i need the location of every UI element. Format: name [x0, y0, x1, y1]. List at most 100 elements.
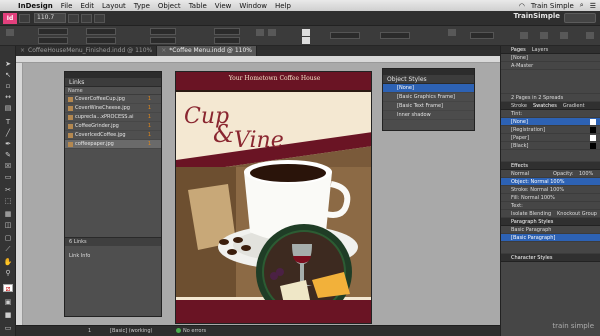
swatch-row[interactable]: [None] [501, 118, 600, 126]
object-style-item[interactable]: [None] [383, 84, 474, 93]
text-wrap-icon[interactable] [520, 32, 528, 39]
control-panel-menu-icon[interactable] [586, 32, 594, 39]
pages-none-row[interactable]: [None] [501, 54, 600, 62]
tint-control[interactable]: Tint: [501, 110, 600, 118]
links-panel-tab[interactable]: Links [65, 78, 161, 87]
gradient-tool-icon[interactable]: ▦ [3, 210, 13, 218]
page-number-field[interactable]: 1 [88, 326, 91, 336]
wifi-icon[interactable]: ◠ [519, 2, 525, 10]
vertical-ruler[interactable] [16, 63, 23, 325]
isolate-blending-checkbox[interactable]: Isolate Blending [511, 211, 551, 217]
paragraph-styles-tab[interactable]: Paragraph Styles [501, 218, 600, 226]
height-field[interactable] [86, 37, 116, 44]
tab-character-styles[interactable]: Character Styles [511, 254, 552, 261]
effects-fill-row[interactable]: Fill: Normal 100% [501, 194, 600, 202]
reference-point-icon[interactable] [6, 29, 14, 36]
width-field[interactable] [86, 28, 116, 35]
swatch-row[interactable]: [Paper] [501, 134, 600, 142]
gap-tool-icon[interactable]: ↔ [3, 93, 13, 101]
pen-tool-icon[interactable]: ✒ [3, 140, 13, 148]
object-style-item[interactable]: [Basic Graphics Frame] [383, 93, 474, 102]
scissors-tool-icon[interactable]: ✂ [3, 186, 13, 194]
free-transform-tool-icon[interactable]: ⬚ [3, 197, 13, 205]
paragraph-style-item[interactable]: [Basic Paragraph] [501, 234, 600, 242]
link-page[interactable]: 1 [148, 122, 151, 131]
bridge-button[interactable] [19, 13, 30, 23]
tab-stroke[interactable]: Stroke [511, 102, 527, 109]
link-info-toggle[interactable]: Link Info [65, 252, 161, 260]
selection-tool-icon[interactable]: ➤ [3, 60, 13, 68]
rectangle-frame-tool-icon[interactable]: ☒ [3, 162, 13, 170]
preflight-status[interactable]: No errors [176, 326, 206, 336]
tab-swatches[interactable]: Swatches [533, 102, 557, 109]
x-field[interactable] [38, 28, 68, 35]
opacity-field[interactable] [470, 32, 494, 39]
spotlight-icon[interactable]: ⌕ [580, 1, 584, 10]
page-tool-icon[interactable]: ▫ [3, 82, 13, 90]
hand-tool-icon[interactable]: ✋ [3, 258, 13, 266]
swatch-row[interactable]: [Registration] [501, 126, 600, 134]
page-footer-band[interactable] [176, 300, 371, 323]
menubar-user[interactable]: Train Simple [531, 2, 574, 10]
swatches-panel-tabs[interactable]: Stroke Swatches Gradient [501, 102, 600, 110]
view-options-button[interactable] [68, 13, 79, 23]
rotate-field[interactable] [214, 28, 240, 35]
zoom-field[interactable]: 110.7 [34, 13, 66, 23]
tab-paragraph-styles[interactable]: Paragraph Styles [511, 218, 553, 225]
gradient-feather-tool-icon[interactable]: ◫ [3, 221, 13, 229]
page-header-text[interactable]: Your Hometown Coffee House [229, 75, 321, 82]
effects-panel-tab[interactable]: Effects [501, 162, 600, 170]
object-style-item[interactable]: [Basic Text Frame] [383, 102, 474, 111]
pages-master-row[interactable]: A-Master [501, 62, 600, 70]
stroke-type-dropdown[interactable] [380, 32, 410, 39]
menu-object[interactable]: Object [154, 2, 185, 10]
preflight-profile[interactable]: [Basic] (working) [110, 326, 152, 336]
opacity-value[interactable]: 100% [579, 170, 593, 178]
knockout-group-checkbox[interactable]: Knockout Group [557, 210, 597, 218]
menu-view[interactable]: View [211, 2, 236, 10]
flip-horizontal-icon[interactable] [256, 29, 264, 36]
tab-layers[interactable]: Layers [532, 46, 549, 53]
effects-options-row[interactable]: Isolate Blending Knockout Group [501, 210, 600, 218]
close-tab-icon[interactable]: × [161, 46, 166, 56]
title-ampersand[interactable]: & [213, 120, 234, 148]
tab-effects[interactable]: Effects [511, 162, 528, 169]
link-page[interactable]: 1 [148, 113, 151, 122]
link-row[interactable]: coffeepaper.jpg 1 [65, 140, 161, 149]
blend-mode-row[interactable]: Normal Opacity: 100% [501, 170, 600, 178]
notification-icon[interactable]: ☰ [590, 2, 596, 10]
type-tool-icon[interactable]: T [3, 118, 13, 126]
character-styles-tab[interactable]: Character Styles [501, 254, 600, 262]
menu-edit[interactable]: Edit [76, 2, 98, 10]
frame-fitting-icon[interactable] [540, 32, 548, 39]
pages-panel-tabs[interactable]: Pages Layers [501, 46, 600, 54]
blend-mode-dropdown[interactable]: Normal [511, 171, 529, 177]
scale-y-field[interactable] [150, 37, 176, 44]
page-header-band[interactable]: Your Hometown Coffee House [176, 72, 371, 90]
menu-help[interactable]: Help [271, 2, 295, 10]
effects-object-row[interactable]: Object: Normal 100% [501, 178, 600, 186]
screen-mode-button[interactable] [81, 13, 92, 23]
scale-x-field[interactable] [150, 28, 176, 35]
workspace-switcher[interactable]: TrainSimple [514, 12, 560, 20]
formatting-affects-container-icon[interactable]: ▣ [3, 298, 13, 306]
menu-app[interactable]: InDesign [14, 2, 57, 10]
link-page[interactable]: 1 [148, 95, 151, 104]
object-style-item[interactable]: Inner shadow [383, 111, 474, 120]
title-vine[interactable]: Vine [234, 128, 284, 153]
menu-type[interactable]: Type [130, 2, 154, 10]
menu-window[interactable]: Window [235, 2, 271, 10]
document-page[interactable]: Your Hometown Coffee House Cup & Vine [175, 71, 372, 324]
auto-fit-icon[interactable] [560, 32, 568, 39]
link-page[interactable]: 1 [148, 131, 151, 140]
pencil-tool-icon[interactable]: ✎ [3, 151, 13, 159]
shear-field[interactable] [214, 37, 240, 44]
y-field[interactable] [38, 37, 68, 44]
effects-icon[interactable] [448, 29, 456, 36]
rectangle-tool-icon[interactable]: ▭ [3, 173, 13, 181]
effects-stroke-row[interactable]: Stroke: Normal 100% [501, 186, 600, 194]
apply-color-icon[interactable]: ■ [3, 311, 13, 319]
link-page[interactable]: 1 [148, 104, 151, 113]
page-thumbnails[interactable] [501, 70, 600, 94]
tab-coffeehouse-finished[interactable]: × CoffeeHouseMenu_Finished.indd @ 110% [16, 46, 158, 56]
